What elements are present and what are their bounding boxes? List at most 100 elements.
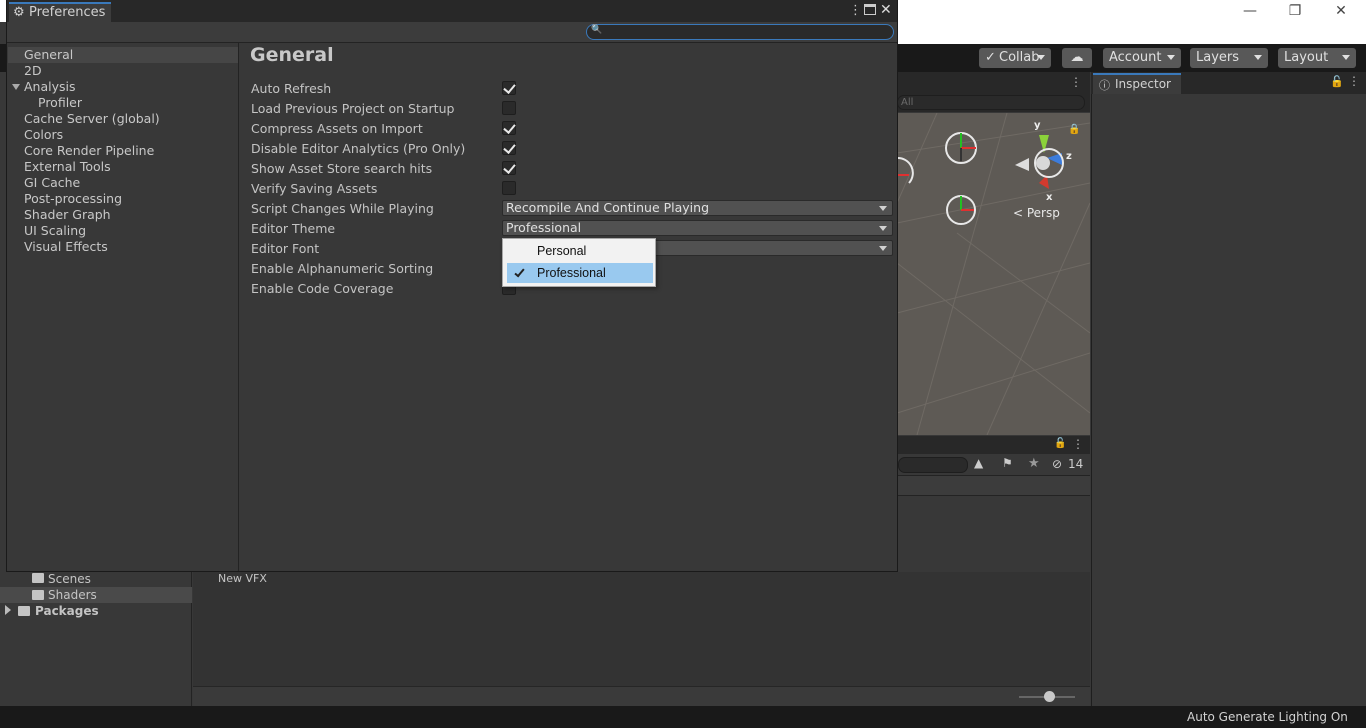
gear-icon: ⚙ [13,5,25,20]
lock-icon[interactable]: 🔓 [1054,438,1066,449]
folder-item[interactable]: Shaders [0,587,192,603]
folder-icon [18,606,30,616]
sidebar-item-cache-server[interactable]: Cache Server (global) [8,111,238,127]
restore-icon[interactable]: ❐ [1272,0,1318,22]
folder-item[interactable]: Scenes [0,572,192,588]
more-icon[interactable]: ⋮ [849,3,862,18]
editor-titlebar-right [898,22,1366,44]
project-footer [193,686,1090,706]
auto-refresh-checkbox[interactable] [502,81,516,95]
layers-label: Layers [1196,50,1240,65]
more-icon[interactable]: ⋮ [1348,74,1360,88]
layout-button[interactable]: Layout [1278,48,1356,68]
load-previous-project-checkbox[interactable] [502,101,516,115]
account-button[interactable]: Account [1103,48,1181,68]
sidebar-item-analysis[interactable]: Analysis [8,79,238,95]
sidebar-item-core-render-pipeline[interactable]: Core Render Pipeline [8,143,238,159]
menu-item-personal[interactable]: Personal [507,241,653,261]
close-icon[interactable]: ✕ [880,2,892,18]
cloud-button[interactable]: ☁ [1062,48,1092,68]
inspector-tab-label: Inspector [1115,77,1171,91]
status-text: Auto Generate Lighting On [1187,710,1348,724]
verify-saving-checkbox[interactable] [502,181,516,195]
setting-label: Disable Editor Analytics (Pro Only) [251,141,466,156]
more-icon[interactable]: ⋮ [1072,437,1084,451]
minimize-icon[interactable]: — [1227,0,1273,22]
chevron-down-icon [1037,55,1045,60]
search-icon: 🔍 [591,25,603,35]
chevron-down-icon [1167,55,1175,60]
scene-grid [897,113,1090,435]
sidebar-item-post-processing[interactable]: Post-processing [8,191,238,207]
status-bar: Auto Generate Lighting On [0,706,1366,728]
chevron-down-icon [879,226,887,231]
sidebar-item-general[interactable]: General [8,47,238,63]
collab-button[interactable]: ✓ Collab [979,48,1051,68]
chevron-right-icon[interactable] [5,605,11,615]
sidebar-item-2d[interactable]: 2D [8,63,238,79]
hidden-icon[interactable]: ⊘ [1052,457,1062,471]
setting-label: Enable Alphanumeric Sorting [251,261,434,276]
persp-label[interactable]: < Persp [1013,206,1060,220]
asset-store-hits-checkbox[interactable] [502,161,516,175]
preferences-tabbar: ⋮ ✕ [7,0,897,22]
inspector-panel [1091,72,1366,706]
setting-label: Editor Theme [251,221,336,236]
chevron-down-icon [1342,55,1350,60]
page-title: General [250,44,334,66]
axis-z-label: z [1066,151,1072,162]
lock-icon[interactable]: 🔒 [1068,124,1080,135]
check-icon [514,266,525,278]
sidebar-item-colors[interactable]: Colors [8,127,238,143]
more-icon[interactable]: ⋮ [1070,75,1082,89]
sidebar-item-ui-scaling[interactable]: UI Scaling [8,223,238,239]
preferences-title: Preferences [29,5,106,20]
setting-label: Editor Font [251,241,320,256]
project-toolbar: ▲ ⚑ ★ ⊘ 14 [896,454,1090,476]
setting-label: Show Asset Store search hits [251,161,433,176]
folder-icon [32,573,44,583]
star-icon[interactable]: ★ [1028,456,1040,471]
layout-label: Layout [1284,50,1329,65]
folder-icon [32,590,44,600]
cloud-icon: ☁ [1070,50,1084,65]
menu-item-professional[interactable]: Professional [507,263,653,283]
tab-inspector[interactable]: ⓘ Inspector [1093,73,1181,94]
asset-item[interactable]: New VFX [218,572,267,585]
compress-assets-checkbox[interactable] [502,121,516,135]
scene-search-input[interactable]: All [897,95,1085,110]
sidebar-item-external-tools[interactable]: External Tools [8,159,238,175]
folder-item[interactable]: Packages [0,603,192,619]
filter-type-icon[interactable]: ▲ [974,456,983,470]
sidebar-item-shader-graph[interactable]: Shader Graph [8,207,238,223]
maximize-icon[interactable] [864,4,876,15]
light-gizmo[interactable] [946,195,976,225]
tab-preferences[interactable]: ⚙ Preferences [9,2,111,22]
setting-label: Auto Refresh [251,81,332,96]
axis-y-label: y [1034,120,1041,131]
sidebar-item-visual-effects[interactable]: Visual Effects [8,239,238,255]
layers-button[interactable]: Layers [1190,48,1268,68]
light-gizmo[interactable] [945,132,977,164]
theme-popup-menu: Personal Professional [502,238,656,287]
editor-theme-dropdown[interactable]: Professional [502,220,893,236]
preferences-search-input[interactable]: 🔍 [586,24,894,40]
zoom-slider-handle[interactable] [1044,691,1055,702]
collab-label: Collab [999,50,1040,65]
sidebar-item-profiler[interactable]: Profiler [8,95,238,111]
chevron-down-icon [879,206,887,211]
lock-icon[interactable]: 🔓 [1330,75,1344,88]
orientation-gizmo[interactable] [1015,135,1064,189]
label-icon[interactable]: ⚑ [1002,456,1013,470]
close-window-icon[interactable]: ✕ [1318,0,1364,22]
script-changes-dropdown[interactable]: Recompile And Continue Playing [502,200,893,216]
project-search-input[interactable] [898,457,968,473]
setting-label: Compress Assets on Import [251,121,423,136]
scene-viewport[interactable]: y x z 🔒 < Persp [897,113,1090,435]
sidebar-item-gi-cache[interactable]: GI Cache [8,175,238,191]
setting-label: Load Previous Project on Startup [251,101,455,116]
chevron-down-icon [1254,55,1262,60]
chevron-down-icon[interactable] [12,84,20,90]
disable-analytics-checkbox[interactable] [502,141,516,155]
scene-tabbar: ⋮ [896,72,1090,94]
